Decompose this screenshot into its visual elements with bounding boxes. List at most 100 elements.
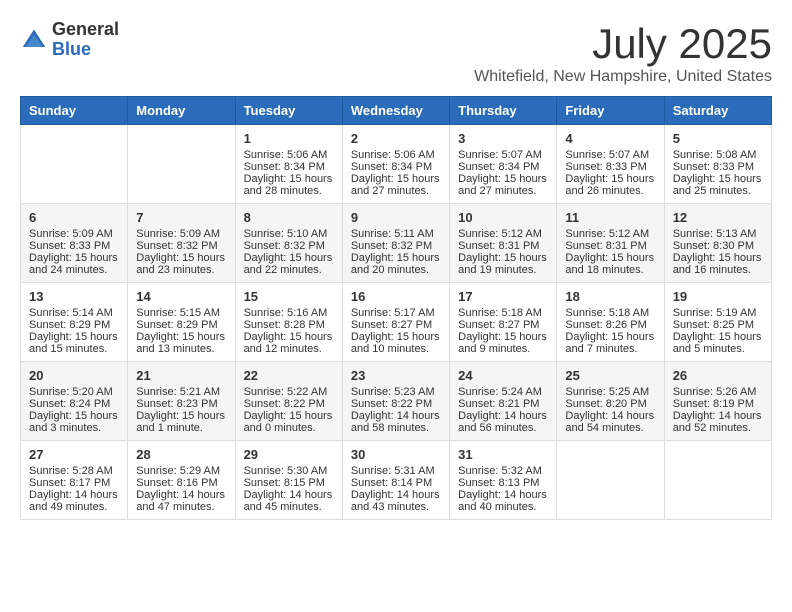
day-info-line: and 1 minute. xyxy=(136,422,226,434)
day-number: 10 xyxy=(458,210,548,225)
day-number: 1 xyxy=(244,131,334,146)
calendar-cell: 28Sunrise: 5:29 AMSunset: 8:16 PMDayligh… xyxy=(128,441,235,520)
day-info-line: Daylight: 14 hours xyxy=(29,489,119,501)
day-info-line: and 24 minutes. xyxy=(29,264,119,276)
day-number: 18 xyxy=(565,289,655,304)
calendar-cell: 5Sunrise: 5:08 AMSunset: 8:33 PMDaylight… xyxy=(664,125,771,204)
day-info-line: Daylight: 14 hours xyxy=(244,489,334,501)
day-info-line: Daylight: 14 hours xyxy=(136,489,226,501)
day-info-line: Sunset: 8:28 PM xyxy=(244,319,334,331)
calendar-cell: 25Sunrise: 5:25 AMSunset: 8:20 PMDayligh… xyxy=(557,362,664,441)
day-info-line: Sunrise: 5:16 AM xyxy=(244,307,334,319)
day-info-line: Daylight: 14 hours xyxy=(458,410,548,422)
day-info-line: Sunrise: 5:17 AM xyxy=(351,307,441,319)
day-info-line: Sunrise: 5:26 AM xyxy=(673,386,763,398)
day-info-line: Sunrise: 5:23 AM xyxy=(351,386,441,398)
calendar-cell: 14Sunrise: 5:15 AMSunset: 8:29 PMDayligh… xyxy=(128,283,235,362)
day-info-line: Sunrise: 5:18 AM xyxy=(458,307,548,319)
day-info-line: Daylight: 15 hours xyxy=(244,252,334,264)
day-info-line: Sunset: 8:32 PM xyxy=(244,240,334,252)
week-row-5: 27Sunrise: 5:28 AMSunset: 8:17 PMDayligh… xyxy=(21,441,772,520)
day-info-line: Daylight: 14 hours xyxy=(673,410,763,422)
calendar-cell xyxy=(128,125,235,204)
day-number: 21 xyxy=(136,368,226,383)
day-info-line: Daylight: 15 hours xyxy=(351,173,441,185)
day-info-line: Sunrise: 5:30 AM xyxy=(244,465,334,477)
calendar-cell: 31Sunrise: 5:32 AMSunset: 8:13 PMDayligh… xyxy=(450,441,557,520)
day-info-line: and 27 minutes. xyxy=(458,185,548,197)
day-info-line: Sunset: 8:29 PM xyxy=(29,319,119,331)
logo-text: General Blue xyxy=(52,20,119,60)
day-info-line: Daylight: 15 hours xyxy=(136,252,226,264)
day-info-line: Sunset: 8:33 PM xyxy=(29,240,119,252)
calendar-cell: 21Sunrise: 5:21 AMSunset: 8:23 PMDayligh… xyxy=(128,362,235,441)
day-number: 4 xyxy=(565,131,655,146)
calendar-cell: 30Sunrise: 5:31 AMSunset: 8:14 PMDayligh… xyxy=(342,441,449,520)
day-info-line: Sunrise: 5:29 AM xyxy=(136,465,226,477)
day-number: 6 xyxy=(29,210,119,225)
day-info-line: Daylight: 14 hours xyxy=(458,489,548,501)
day-info-line: Sunset: 8:34 PM xyxy=(458,161,548,173)
day-info-line: Sunrise: 5:06 AM xyxy=(351,149,441,161)
logo: General Blue xyxy=(20,20,119,60)
day-info-line: Sunrise: 5:09 AM xyxy=(29,228,119,240)
day-info-line: and 18 minutes. xyxy=(565,264,655,276)
calendar-cell: 8Sunrise: 5:10 AMSunset: 8:32 PMDaylight… xyxy=(235,204,342,283)
calendar-cell: 12Sunrise: 5:13 AMSunset: 8:30 PMDayligh… xyxy=(664,204,771,283)
day-info-line: Sunset: 8:32 PM xyxy=(136,240,226,252)
day-info-line: and 5 minutes. xyxy=(673,343,763,355)
day-info-line: and 19 minutes. xyxy=(458,264,548,276)
calendar-cell xyxy=(664,441,771,520)
day-info-line: Sunrise: 5:13 AM xyxy=(673,228,763,240)
day-info-line: Daylight: 14 hours xyxy=(565,410,655,422)
day-info-line: Sunrise: 5:21 AM xyxy=(136,386,226,398)
day-number: 12 xyxy=(673,210,763,225)
day-info-line: and 40 minutes. xyxy=(458,501,548,513)
day-info-line: and 45 minutes. xyxy=(244,501,334,513)
day-info-line: Sunset: 8:30 PM xyxy=(673,240,763,252)
day-info-line: Sunrise: 5:12 AM xyxy=(458,228,548,240)
day-info-line: Sunset: 8:17 PM xyxy=(29,477,119,489)
day-info-line: and 20 minutes. xyxy=(351,264,441,276)
header-cell-sunday: Sunday xyxy=(21,97,128,125)
day-number: 5 xyxy=(673,131,763,146)
day-info-line: Daylight: 15 hours xyxy=(673,173,763,185)
day-info-line: Sunrise: 5:12 AM xyxy=(565,228,655,240)
header-cell-wednesday: Wednesday xyxy=(342,97,449,125)
week-row-1: 1 Sunrise: 5:06 AM Sunset: 8:34 PM Daylight… xyxy=(21,125,772,204)
day-number: 31 xyxy=(458,447,548,462)
day-info-line: Daylight: 15 hours xyxy=(351,331,441,343)
day-number: 26 xyxy=(673,368,763,383)
day-number: 15 xyxy=(244,289,334,304)
calendar-table: SundayMondayTuesdayWednesdayThursdayFrid… xyxy=(20,96,772,520)
day-number: 9 xyxy=(351,210,441,225)
day-info-line: and 22 minutes. xyxy=(244,264,334,276)
logo-icon xyxy=(20,26,48,54)
day-info-line: Sunset: 8:22 PM xyxy=(351,398,441,410)
title-block: July 2025 Whitefield, New Hampshire, Uni… xyxy=(474,20,772,86)
day-number: 2 xyxy=(351,131,441,146)
day-info-line: and 23 minutes. xyxy=(136,264,226,276)
logo-general: General xyxy=(52,20,119,40)
week-row-3: 13Sunrise: 5:14 AMSunset: 8:29 PMDayligh… xyxy=(21,283,772,362)
calendar-cell: 16Sunrise: 5:17 AMSunset: 8:27 PMDayligh… xyxy=(342,283,449,362)
calendar-cell: 15Sunrise: 5:16 AMSunset: 8:28 PMDayligh… xyxy=(235,283,342,362)
calendar-cell: 27Sunrise: 5:28 AMSunset: 8:17 PMDayligh… xyxy=(21,441,128,520)
day-info-line: Sunset: 8:27 PM xyxy=(458,319,548,331)
day-number: 27 xyxy=(29,447,119,462)
day-info-line: and 15 minutes. xyxy=(29,343,119,355)
day-info-line: Sunset: 8:31 PM xyxy=(565,240,655,252)
day-number: 3 xyxy=(458,131,548,146)
day-info-line: Sunset: 8:24 PM xyxy=(29,398,119,410)
header-cell-tuesday: Tuesday xyxy=(235,97,342,125)
day-info-line: and 16 minutes. xyxy=(673,264,763,276)
week-row-2: 6Sunrise: 5:09 AMSunset: 8:33 PMDaylight… xyxy=(21,204,772,283)
day-info-line: Sunset: 8:14 PM xyxy=(351,477,441,489)
day-info-line: and 3 minutes. xyxy=(29,422,119,434)
day-number: 24 xyxy=(458,368,548,383)
day-info-line: Sunrise: 5:09 AM xyxy=(136,228,226,240)
day-info-line: Daylight: 15 hours xyxy=(458,331,548,343)
day-info-line: Daylight: 15 hours xyxy=(136,331,226,343)
day-info-line: Sunset: 8:34 PM xyxy=(244,161,334,173)
calendar-cell: 11Sunrise: 5:12 AMSunset: 8:31 PMDayligh… xyxy=(557,204,664,283)
